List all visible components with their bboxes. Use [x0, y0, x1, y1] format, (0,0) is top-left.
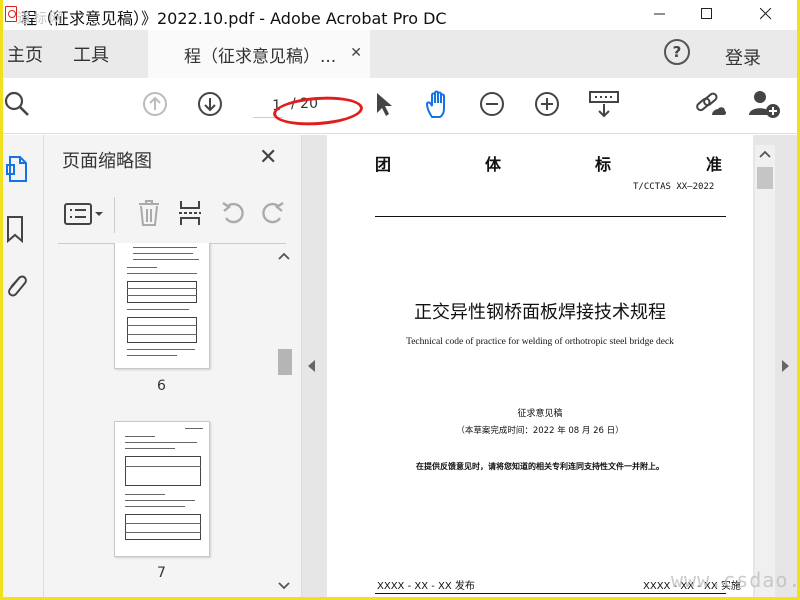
window-title: 程（征求意见稿）》2022.10.pdf - Adobe Acrobat Pro…: [21, 9, 447, 28]
link-share-icon[interactable]: [693, 88, 727, 120]
thumbnail-page-7[interactable]: [114, 421, 210, 557]
tool-divider: [114, 197, 115, 233]
arrow-up-circle-icon[interactable]: [141, 90, 169, 118]
panel-close-icon[interactable]: ✕: [259, 145, 277, 170]
thumbnails-scrollbar[interactable]: [276, 245, 292, 595]
search-icon[interactable]: [3, 90, 31, 118]
extract-pages-icon[interactable]: [177, 197, 203, 229]
footer-rule: [375, 593, 726, 594]
document-title: 正交异性钢桥面板焊接技术规程: [414, 302, 666, 323]
watermark-bottom: www.csdao.com: [671, 568, 797, 592]
delete-icon[interactable]: [136, 197, 162, 229]
document-title-english: Technical code of practice for welding o…: [406, 337, 674, 347]
header-char-3: 标: [595, 155, 612, 174]
panel-title: 页面缩略图: [62, 151, 152, 172]
thumbnail-label-6: 6: [157, 378, 166, 394]
header-char-1: 团: [375, 155, 392, 174]
zoom-out-icon[interactable]: [478, 90, 506, 118]
document-scrollbar[interactable]: [755, 145, 775, 597]
standard-number: T/CCTAS XX—2022: [633, 182, 715, 192]
release-date: XXXX - XX - XX 发布: [377, 581, 475, 592]
hand-icon[interactable]: [423, 88, 453, 120]
toolbar: [3, 78, 797, 134]
collapse-right-panel-icon[interactable]: [782, 360, 789, 372]
add-user-icon[interactable]: [747, 88, 781, 120]
document-scroll-thumb[interactable]: [757, 167, 773, 189]
panel-tools: [44, 195, 302, 243]
tab-home[interactable]: 主页: [7, 30, 43, 78]
bookmark-icon[interactable]: [3, 213, 27, 245]
feedback-note: 在提供反馈意见时，请将您知道的相关专利连同支持性文件一并附上。: [416, 462, 664, 471]
header-char-2: 体: [485, 155, 502, 174]
thumbnails-scroll-thumb[interactable]: [278, 349, 292, 375]
attachment-icon[interactable]: [3, 270, 29, 302]
left-rail: [3, 135, 44, 597]
arrow-down-circle-icon[interactable]: [196, 90, 224, 118]
rotate-right-icon[interactable]: [260, 197, 286, 229]
options-menu-icon[interactable]: [62, 199, 104, 229]
acrobat-window: 程（征求意见稿）》2022.10.pdf - Adobe Acrobat Pro…: [3, 0, 797, 597]
rail-pointer: [33, 161, 40, 175]
collapse-left-panel-icon[interactable]: [308, 360, 315, 372]
minimize-button[interactable]: [637, 2, 683, 26]
thumbnails-panel: 页面缩略图 ✕ 6 7: [44, 135, 302, 597]
thumbnail-label-7: 7: [157, 565, 166, 581]
close-window-button[interactable]: [743, 2, 789, 26]
rotate-left-icon[interactable]: [220, 197, 246, 229]
keyboard-icon[interactable]: [587, 88, 621, 120]
pointer-icon[interactable]: [371, 90, 395, 118]
zoom-in-icon[interactable]: [533, 90, 561, 118]
tab-document[interactable]: 程（征求意见稿）... ✕: [148, 30, 370, 78]
header-char-4: 准: [706, 155, 723, 174]
completion-date: （本草案完成时间：2022 年 08 月 26 日）: [456, 426, 624, 436]
title-bar: 程（征求意见稿）》2022.10.pdf - Adobe Acrobat Pro…: [3, 0, 797, 30]
pdf-page: [327, 135, 753, 597]
help-icon[interactable]: ?: [664, 39, 690, 65]
maximize-button[interactable]: [684, 2, 730, 26]
close-tab-icon[interactable]: ✕: [350, 45, 362, 61]
tab-tools[interactable]: 工具: [73, 30, 109, 78]
page-thumbnails-icon[interactable]: [3, 153, 31, 185]
draft-label: 征求意见稿: [517, 409, 563, 419]
thumbnail-page-6[interactable]: [114, 243, 210, 369]
header-rule: [375, 216, 726, 217]
pdf-icon: [5, 6, 17, 22]
tab-document-label: 程（征求意见稿）...: [184, 46, 337, 67]
watermark-top: 道标网: [17, 11, 65, 27]
login-button[interactable]: 登录: [725, 44, 761, 70]
